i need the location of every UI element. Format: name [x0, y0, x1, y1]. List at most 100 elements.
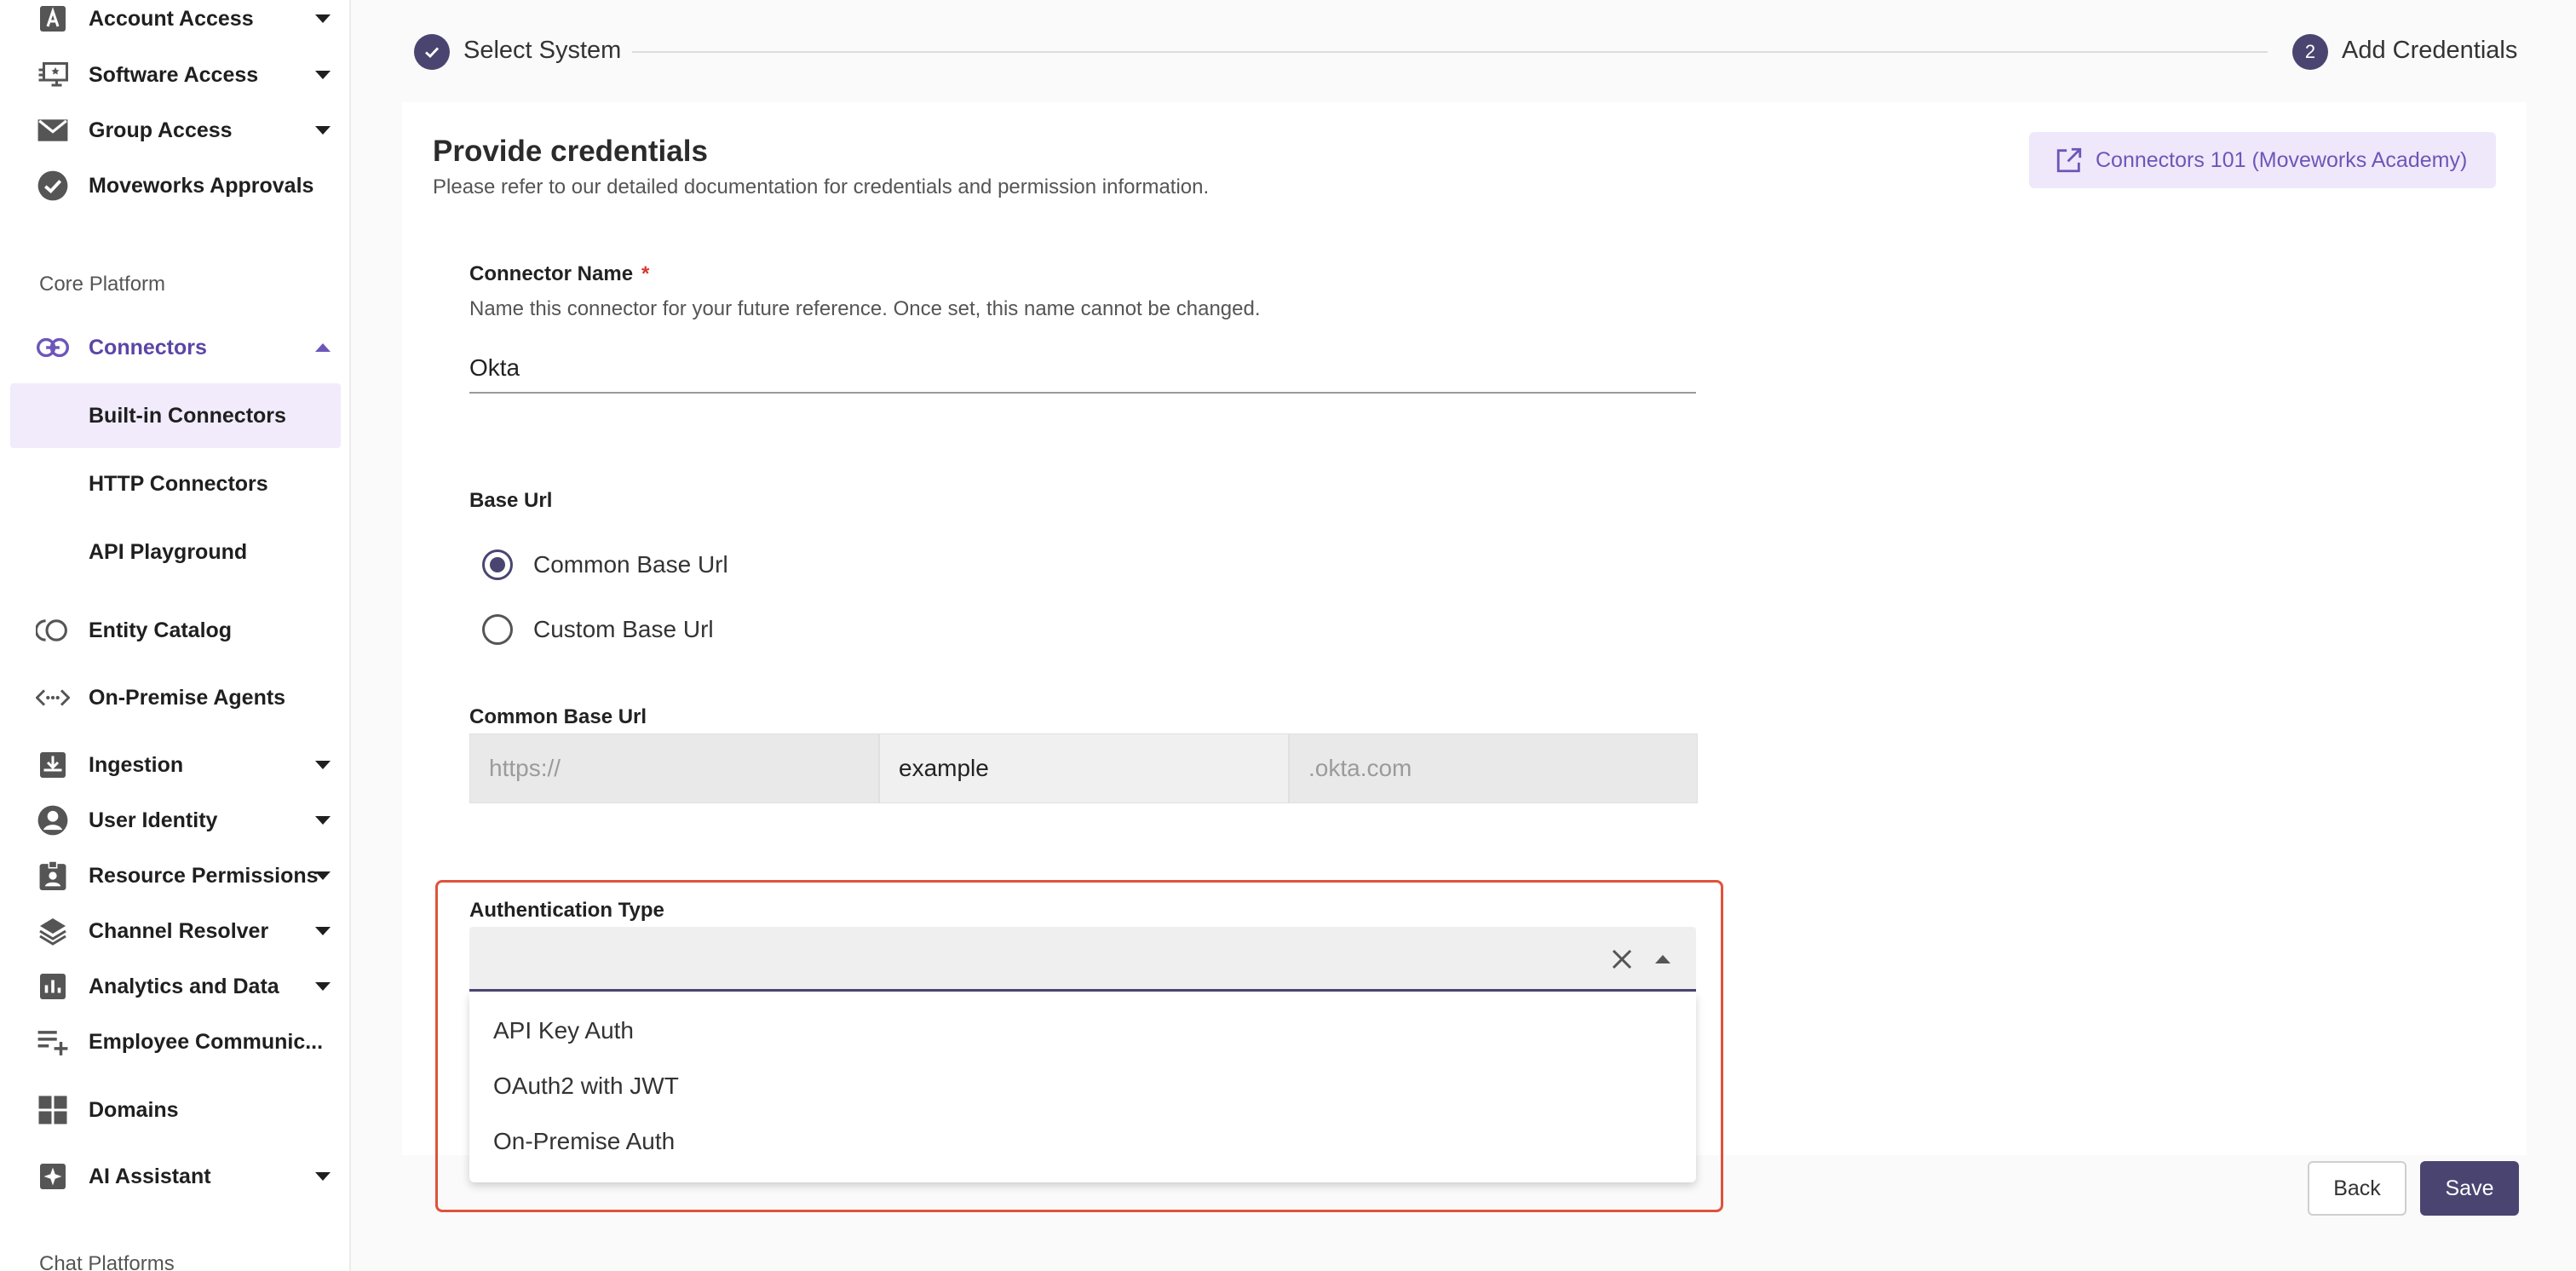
sparkle-icon	[34, 1158, 72, 1195]
link-icon	[34, 329, 72, 366]
step-1-label: Select System	[463, 37, 622, 64]
radio-button-checked[interactable]	[482, 549, 513, 580]
account-access-icon	[34, 0, 72, 37]
chevron-up-icon[interactable]	[315, 343, 331, 352]
sidebar-item-resource-permissions[interactable]: Resource Permissions	[0, 852, 351, 900]
sidebar-item-on-premise-agents[interactable]: On-Premise Agents	[0, 674, 351, 722]
sidebar-item-label: Employee Communic...	[89, 1029, 324, 1054]
step-connector-line	[632, 51, 2268, 53]
check-circle-icon	[34, 167, 72, 204]
chevron-down-icon[interactable]	[315, 14, 331, 23]
radio-custom-base-url[interactable]: Custom Base Url	[482, 611, 714, 648]
sidebar-item-label: Connectors	[89, 335, 207, 359]
bar-chart-icon	[34, 968, 72, 1005]
url-prefix-field: https://	[469, 733, 879, 803]
chevron-down-icon[interactable]	[315, 816, 331, 825]
sidebar-item-ai-assistant[interactable]: AI Assistant	[0, 1153, 351, 1200]
sidebar-item-group-access[interactable]: Group Access	[0, 106, 351, 154]
group-access-icon	[34, 112, 72, 149]
sidebar-item-software-access[interactable]: Software Access	[0, 51, 351, 99]
sidebar-item-entity-catalog[interactable]: Entity Catalog	[0, 607, 351, 654]
sidebar-item-label: Ingestion	[89, 752, 184, 777]
sidebar-item-connectors[interactable]: Connectors	[0, 324, 351, 371]
chevron-down-icon[interactable]	[315, 126, 331, 135]
sidebar-item-domains[interactable]: Domains	[0, 1086, 351, 1134]
menu-item-on-premise-auth[interactable]: On-Premise Auth	[493, 1128, 675, 1155]
page-subtitle: Please refer to our detailed documentati…	[433, 175, 1210, 198]
sidebar-item-account-access[interactable]: Account Access	[0, 0, 351, 43]
ingestion-icon	[34, 746, 72, 784]
common-base-url-label: Common Base Url	[469, 705, 647, 728]
chevron-down-icon[interactable]	[315, 927, 331, 935]
radio-common-base-url[interactable]: Common Base Url	[482, 546, 728, 584]
sidebar-item-label: Analytics and Data	[89, 974, 279, 998]
stepper: Select System 2 Add Credentials	[414, 32, 2518, 73]
step-2-number: 2	[2292, 34, 2328, 70]
url-suffix-field: .okta.com	[1289, 733, 1698, 803]
step-2-label: Add Credentials	[2342, 37, 2518, 64]
section-label-core-platform: Core Platform	[39, 273, 166, 296]
sidebar-item-label: Resource Permissions	[89, 863, 319, 888]
code-brackets-icon	[34, 679, 72, 716]
connector-name-label-text: Connector Name	[469, 262, 634, 285]
section-label-chat-platforms: Chat Platforms	[39, 1252, 175, 1271]
connector-name-label: Connector Name *	[469, 262, 649, 286]
chevron-down-icon[interactable]	[315, 982, 331, 991]
external-link-icon	[2056, 147, 2082, 173]
radio-button-unchecked[interactable]	[482, 614, 513, 645]
badge-icon	[34, 857, 72, 894]
sidebar-item-label: On-Premise Agents	[89, 685, 286, 710]
sidebar-item-channel-resolver[interactable]: Channel Resolver	[0, 907, 351, 955]
sidebar-item-analytics-and-data[interactable]: Analytics and Data	[0, 963, 351, 1010]
chevron-down-icon[interactable]	[315, 871, 331, 880]
sidebar-item-employee-communications[interactable]: Employee Communic...	[0, 1018, 351, 1066]
close-icon[interactable]	[1609, 946, 1635, 972]
layers-icon	[34, 912, 72, 950]
sidebar-item-label: User Identity	[89, 808, 218, 832]
sidebar-subitem-http-connectors[interactable]: HTTP Connectors	[10, 451, 341, 516]
authentication-type-menu: API Key Auth OAuth2 with JWT On-Premise …	[469, 993, 1696, 1182]
sidebar-item-label: AI Assistant	[89, 1164, 211, 1188]
sidebar-item-label: Group Access	[89, 118, 233, 142]
sidebar-subitem-label: Built-in Connectors	[89, 403, 286, 428]
save-button[interactable]: Save	[2420, 1161, 2519, 1216]
software-access-icon	[34, 56, 72, 94]
connector-name-helper: Name this connector for your future refe…	[469, 297, 1261, 320]
radio-label: Custom Base Url	[533, 616, 714, 642]
connector-name-input[interactable]: Okta	[469, 349, 1696, 394]
connectors-101-academy-button[interactable]: Connectors 101 (Moveworks Academy)	[2029, 132, 2496, 188]
sidebar-subitem-label: HTTP Connectors	[89, 471, 268, 496]
academy-button-label: Connectors 101 (Moveworks Academy)	[2096, 147, 2468, 172]
sidebar-item-ingestion[interactable]: Ingestion	[0, 741, 351, 789]
sidebar-item-label: Domains	[89, 1097, 179, 1122]
sidebar: Account Access Software Access Group Acc…	[0, 0, 351, 1271]
user-circle-icon	[34, 802, 72, 839]
sidebar-item-moveworks-approvals[interactable]: Moveworks Approvals	[0, 162, 351, 210]
chevron-down-icon[interactable]	[315, 1172, 331, 1181]
menu-item-api-key-auth[interactable]: API Key Auth	[493, 1017, 634, 1044]
sidebar-item-label: Moveworks Approvals	[89, 173, 314, 198]
base-url-label: Base Url	[469, 489, 553, 512]
playlist-add-icon	[34, 1023, 72, 1061]
sidebar-item-label: Software Access	[89, 62, 259, 87]
chevron-down-icon[interactable]	[315, 71, 331, 79]
dashboard-icon	[34, 1091, 72, 1129]
common-base-url-group: https:// example .okta.com	[469, 733, 1698, 803]
required-asterisk: *	[641, 262, 650, 285]
sidebar-item-label: Entity Catalog	[89, 618, 233, 642]
sidebar-subitem-built-in-connectors[interactable]: Built-in Connectors	[10, 383, 341, 448]
radio-label: Common Base Url	[533, 551, 728, 578]
sidebar-item-label: Account Access	[89, 6, 254, 31]
menu-item-oauth2-with-jwt[interactable]: OAuth2 with JWT	[493, 1073, 679, 1100]
authentication-type-label: Authentication Type	[469, 899, 664, 922]
sidebar-item-label: Channel Resolver	[89, 918, 269, 943]
sidebar-subitem-label: API Playground	[89, 539, 248, 564]
chevron-up-icon[interactable]	[1655, 955, 1670, 963]
step-complete-check-icon	[414, 34, 450, 70]
url-subdomain-input[interactable]: example	[879, 733, 1289, 803]
sidebar-subitem-api-playground[interactable]: API Playground	[10, 520, 341, 584]
back-button[interactable]: Back	[2308, 1161, 2406, 1216]
sidebar-item-user-identity[interactable]: User Identity	[0, 797, 351, 844]
chevron-down-icon[interactable]	[315, 761, 331, 769]
authentication-type-select[interactable]	[469, 927, 1696, 992]
